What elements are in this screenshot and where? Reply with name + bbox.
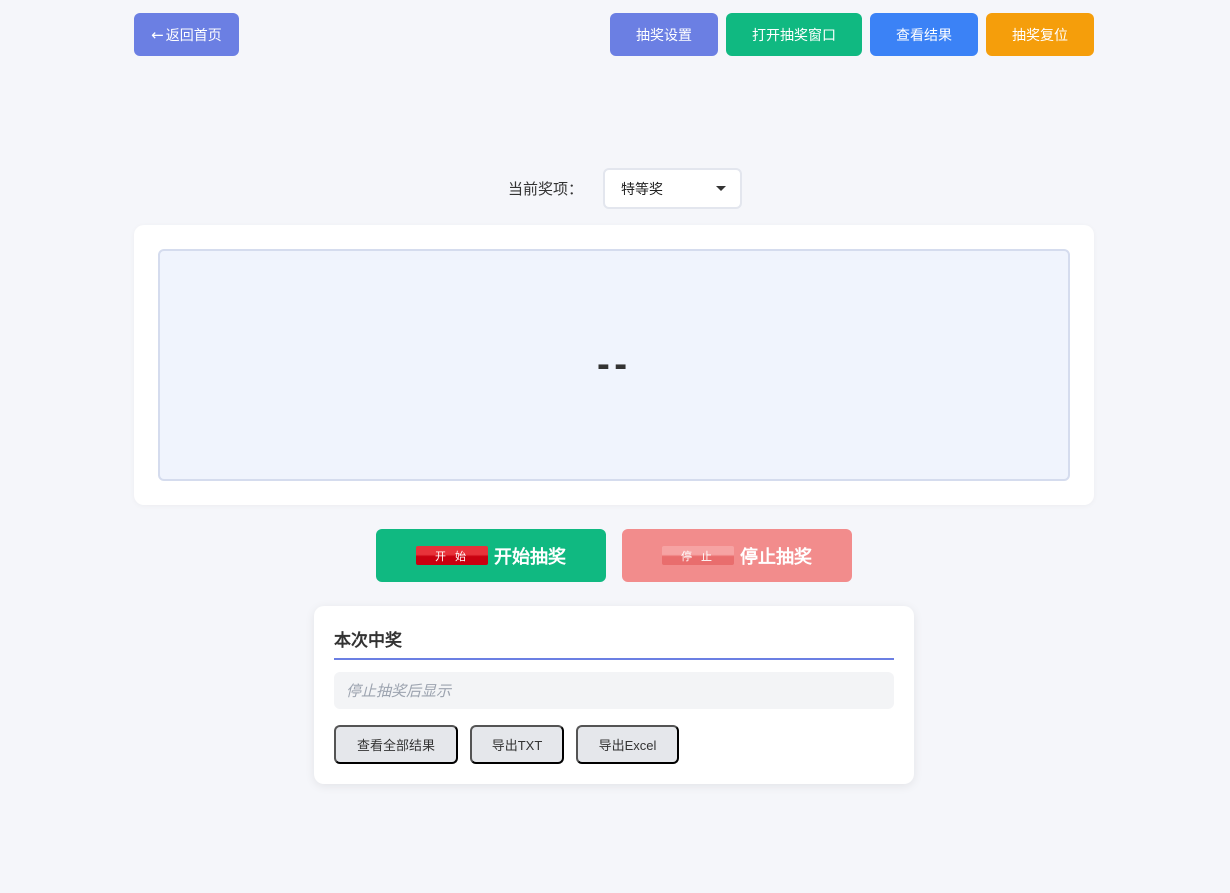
export-txt-button[interactable]: 导出TXT <box>470 725 564 764</box>
stop-tag-icon: 停 止 <box>662 546 734 565</box>
export-excel-button[interactable]: 导出Excel <box>576 725 679 764</box>
draw-display: -- <box>158 249 1070 481</box>
view-all-results-button[interactable]: 查看全部结果 <box>334 725 458 764</box>
panel-title: 本次中奖 <box>334 626 894 660</box>
back-home-label: 返回首页 <box>165 27 222 44</box>
start-draw-button[interactable]: 开 始 开始抽奖 <box>376 529 606 582</box>
chevron-down-icon <box>716 186 726 191</box>
back-home-button[interactable]: ← 返回首页 <box>134 13 239 56</box>
lottery-settings-button[interactable]: 抽奖设置 <box>610 13 718 56</box>
prize-selector-row: 当前奖项： 特等奖 <box>0 168 1230 209</box>
start-tag-icon: 开 始 <box>416 546 488 565</box>
lottery-reset-button[interactable]: 抽奖复位 <box>986 13 1094 56</box>
view-results-button[interactable]: 查看结果 <box>870 13 978 56</box>
prize-select-value: 特等奖 <box>621 181 663 198</box>
current-winner-panel: 本次中奖 停止抽奖后显示 查看全部结果 导出TXT 导出Excel <box>314 606 914 784</box>
left-arrow-icon: ← <box>151 25 164 44</box>
start-draw-label: 开始抽奖 <box>494 546 566 567</box>
winner-display: 停止抽奖后显示 <box>334 672 894 709</box>
lottery-page: ← 返回首页 抽奖设置 打开抽奖窗口 查看结果 抽奖复位 当前奖项： 特等奖 -… <box>0 0 1230 893</box>
current-prize-label: 当前奖项： <box>507 180 583 198</box>
stop-draw-label: 停止抽奖 <box>740 546 812 567</box>
draw-display-card: -- <box>134 225 1094 505</box>
prize-select[interactable]: 特等奖 <box>603 168 742 209</box>
stop-draw-button[interactable]: 停 止 停止抽奖 <box>622 529 852 582</box>
open-lottery-window-button[interactable]: 打开抽奖窗口 <box>726 13 862 56</box>
